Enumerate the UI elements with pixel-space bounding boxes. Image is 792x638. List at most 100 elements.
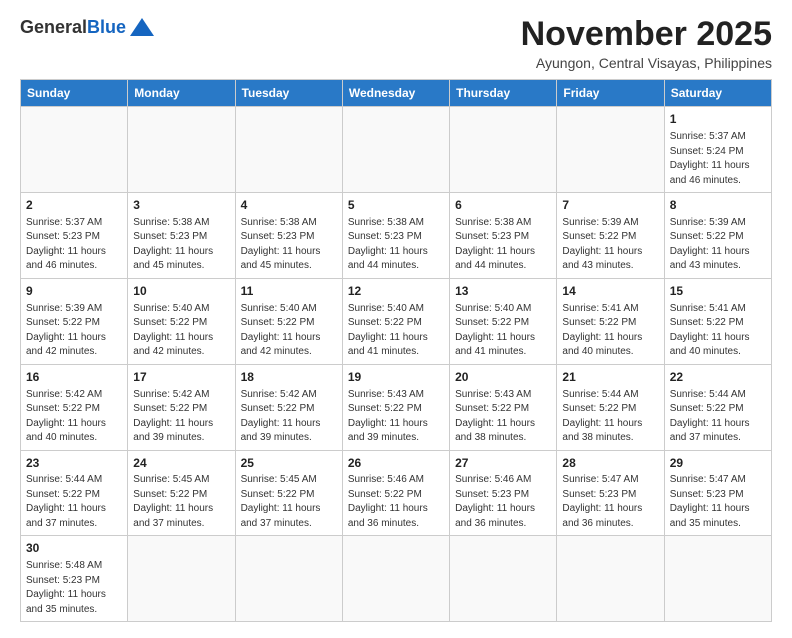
day-number: 26 — [348, 455, 444, 472]
calendar-day-14: 14Sunrise: 5:41 AMSunset: 5:22 PMDayligh… — [557, 278, 664, 364]
calendar-day-13: 13Sunrise: 5:40 AMSunset: 5:22 PMDayligh… — [450, 278, 557, 364]
calendar-day-7: 7 Sunrise: 5:39 AMSunset: 5:22 PMDaylight… — [557, 193, 664, 279]
day-info: Sunrise: 5:47 AMSunset: 5:23 PMDaylight:… — [562, 473, 658, 531]
calendar-day-16: 16 Sunrise: 5:42 AMSunset: 5:22 PMDayligh… — [21, 364, 128, 450]
day-info: Sunrise: 5:37 AMSunset: 5:24 PMDaylight:… — [670, 130, 766, 188]
month-title: November 2025 — [521, 16, 772, 53]
calendar-day-24: 24Sunrise: 5:45 AMSunset: 5:22 PMDayligh… — [128, 450, 235, 536]
calendar-day-23: 23Sunrise: 5:44 AMSunset: 5:22 PMDayligh… — [21, 450, 128, 536]
calendar-row: 9 Sunrise: 5:39 AMSunset: 5:22 PMDaylight… — [21, 278, 772, 364]
calendar-day-empty — [450, 107, 557, 193]
weekday-header-thursday: Thursday — [450, 80, 557, 107]
day-number: 21 — [562, 369, 658, 386]
day-number: 30 — [26, 540, 122, 557]
day-number: 5 — [348, 197, 444, 214]
weekday-header-friday: Friday — [557, 80, 664, 107]
weekday-header-monday: Monday — [128, 80, 235, 107]
calendar-body: 1 Sunrise: 5:37 AMSunset: 5:24 PMDaylight… — [21, 107, 772, 622]
calendar-day-22: 22Sunrise: 5:44 AMSunset: 5:22 PMDayligh… — [664, 364, 771, 450]
calendar-row: 1 Sunrise: 5:37 AMSunset: 5:24 PMDaylight… — [21, 107, 772, 193]
calendar-day-17: 17 Sunrise: 5:42 AMSunset: 5:22 PMDayligh… — [128, 364, 235, 450]
day-info: Sunrise: 5:48 AMSunset: 5:23 PMDaylight:… — [26, 559, 122, 617]
weekday-header-row: SundayMondayTuesdayWednesdayThursdayFrid… — [21, 80, 772, 107]
calendar-header: SundayMondayTuesdayWednesdayThursdayFrid… — [21, 80, 772, 107]
calendar-row: 30 Sunrise: 5:48 AMSunset: 5:23 PMDayligh… — [21, 536, 772, 622]
calendar-day-29: 29Sunrise: 5:47 AMSunset: 5:23 PMDayligh… — [664, 450, 771, 536]
day-info: Sunrise: 5:41 AMSunset: 5:22 PMDaylight:… — [670, 302, 766, 360]
day-number: 14 — [562, 283, 658, 300]
weekday-header-tuesday: Tuesday — [235, 80, 342, 107]
calendar-day-empty — [342, 536, 449, 622]
day-number: 27 — [455, 455, 551, 472]
day-info: Sunrise: 5:40 AMSunset: 5:22 PMDaylight:… — [455, 302, 551, 360]
day-info: Sunrise: 5:40 AMSunset: 5:22 PMDaylight:… — [241, 302, 337, 360]
day-number: 7 — [562, 197, 658, 214]
calendar-row: 23Sunrise: 5:44 AMSunset: 5:22 PMDayligh… — [21, 450, 772, 536]
day-info: Sunrise: 5:47 AMSunset: 5:23 PMDaylight:… — [670, 473, 766, 531]
calendar-day-empty — [21, 107, 128, 193]
day-number: 2 — [26, 197, 122, 214]
location-title: Ayungon, Central Visayas, Philippines — [521, 55, 772, 71]
weekday-header-sunday: Sunday — [21, 80, 128, 107]
day-number: 9 — [26, 283, 122, 300]
day-number: 16 — [26, 369, 122, 386]
day-number: 4 — [241, 197, 337, 214]
day-number: 25 — [241, 455, 337, 472]
day-info: Sunrise: 5:37 AMSunset: 5:23 PMDaylight:… — [26, 216, 122, 274]
day-number: 6 — [455, 197, 551, 214]
day-number: 22 — [670, 369, 766, 386]
calendar-day-26: 26Sunrise: 5:46 AMSunset: 5:22 PMDayligh… — [342, 450, 449, 536]
day-info: Sunrise: 5:42 AMSunset: 5:22 PMDaylight:… — [241, 388, 337, 446]
day-info: Sunrise: 5:44 AMSunset: 5:22 PMDaylight:… — [562, 388, 658, 446]
calendar-day-30: 30 Sunrise: 5:48 AMSunset: 5:23 PMDayligh… — [21, 536, 128, 622]
calendar-day-empty — [235, 536, 342, 622]
logo-general-text: General — [20, 17, 87, 38]
calendar-day-empty — [128, 536, 235, 622]
day-number: 10 — [133, 283, 229, 300]
calendar-day-4: 4Sunrise: 5:38 AMSunset: 5:23 PMDaylight… — [235, 193, 342, 279]
page-header: General Blue November 2025 Ayungon, Cent… — [20, 16, 772, 71]
weekday-header-saturday: Saturday — [664, 80, 771, 107]
day-info: Sunrise: 5:39 AMSunset: 5:22 PMDaylight:… — [562, 216, 658, 274]
calendar-day-empty — [450, 536, 557, 622]
logo: General Blue — [20, 16, 156, 38]
title-section: November 2025 Ayungon, Central Visayas, … — [521, 16, 772, 71]
day-info: Sunrise: 5:38 AMSunset: 5:23 PMDaylight:… — [348, 216, 444, 274]
day-info: Sunrise: 5:44 AMSunset: 5:22 PMDaylight:… — [26, 473, 122, 531]
day-info: Sunrise: 5:39 AMSunset: 5:22 PMDaylight:… — [26, 302, 122, 360]
day-number: 8 — [670, 197, 766, 214]
day-info: Sunrise: 5:43 AMSunset: 5:22 PMDaylight:… — [455, 388, 551, 446]
calendar-day-21: 21 Sunrise: 5:44 AMSunset: 5:22 PMDayligh… — [557, 364, 664, 450]
day-number: 18 — [241, 369, 337, 386]
day-info: Sunrise: 5:40 AMSunset: 5:22 PMDaylight:… — [133, 302, 229, 360]
calendar-day-19: 19Sunrise: 5:43 AMSunset: 5:22 PMDayligh… — [342, 364, 449, 450]
day-number: 24 — [133, 455, 229, 472]
logo-icon — [128, 16, 156, 38]
day-number: 23 — [26, 455, 122, 472]
calendar-day-empty — [664, 536, 771, 622]
calendar-day-20: 20Sunrise: 5:43 AMSunset: 5:22 PMDayligh… — [450, 364, 557, 450]
day-number: 19 — [348, 369, 444, 386]
day-number: 3 — [133, 197, 229, 214]
day-info: Sunrise: 5:42 AMSunset: 5:22 PMDaylight:… — [26, 388, 122, 446]
calendar-day-empty — [128, 107, 235, 193]
day-number: 28 — [562, 455, 658, 472]
calendar-table: SundayMondayTuesdayWednesdayThursdayFrid… — [20, 79, 772, 622]
calendar-row: 2 Sunrise: 5:37 AMSunset: 5:23 PMDaylight… — [21, 193, 772, 279]
calendar-day-11: 11 Sunrise: 5:40 AMSunset: 5:22 PMDayligh… — [235, 278, 342, 364]
calendar-day-10: 10 Sunrise: 5:40 AMSunset: 5:22 PMDayligh… — [128, 278, 235, 364]
day-info: Sunrise: 5:42 AMSunset: 5:22 PMDaylight:… — [133, 388, 229, 446]
calendar-day-empty — [342, 107, 449, 193]
day-info: Sunrise: 5:38 AMSunset: 5:23 PMDaylight:… — [133, 216, 229, 274]
calendar-day-8: 8Sunrise: 5:39 AMSunset: 5:22 PMDaylight… — [664, 193, 771, 279]
day-number: 17 — [133, 369, 229, 386]
calendar-day-empty — [235, 107, 342, 193]
day-info: Sunrise: 5:45 AMSunset: 5:22 PMDaylight:… — [241, 473, 337, 531]
calendar-day-12: 12Sunrise: 5:40 AMSunset: 5:22 PMDayligh… — [342, 278, 449, 364]
calendar-day-25: 25Sunrise: 5:45 AMSunset: 5:22 PMDayligh… — [235, 450, 342, 536]
calendar-day-empty — [557, 536, 664, 622]
logo-blue-text: Blue — [87, 17, 126, 38]
day-number: 11 — [241, 283, 337, 300]
day-number: 1 — [670, 111, 766, 128]
calendar-day-1: 1 Sunrise: 5:37 AMSunset: 5:24 PMDaylight… — [664, 107, 771, 193]
